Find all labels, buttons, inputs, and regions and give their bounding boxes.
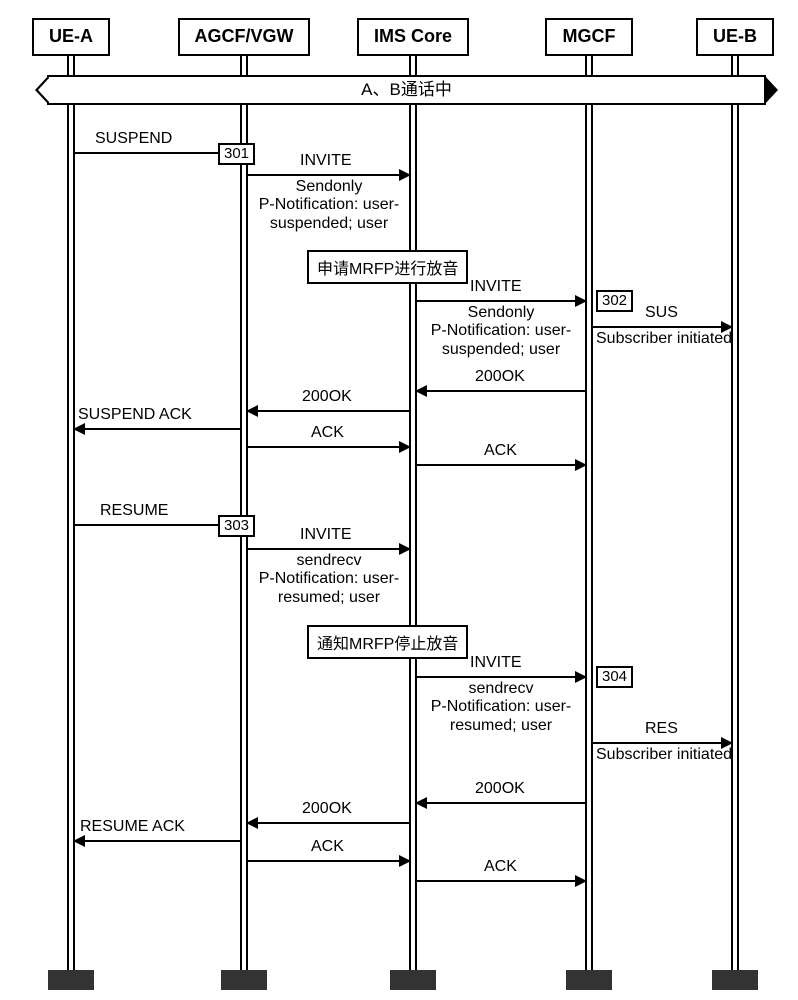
msg-ack-4: ACK bbox=[484, 858, 517, 876]
arrow-invite-3 bbox=[248, 548, 409, 550]
msg-200ok-2: 200OK bbox=[302, 388, 352, 406]
arrow-invite-1 bbox=[248, 174, 409, 176]
msg-invite-1: INVITE bbox=[300, 152, 352, 170]
msg-invite-2-sub: Sendonly P-Notification: user- suspended… bbox=[415, 304, 587, 359]
step-303: 303 bbox=[218, 515, 255, 537]
msg-resume-ack: RESUME ACK bbox=[80, 818, 185, 836]
msg-200ok-4: 200OK bbox=[302, 800, 352, 818]
arrow-res bbox=[593, 742, 731, 744]
arrow-resume bbox=[75, 524, 240, 526]
lifeline-mgcf bbox=[585, 56, 593, 970]
arrow-resume-ack bbox=[75, 840, 240, 842]
lifeline-ueb bbox=[731, 56, 739, 970]
participant-uea: UE-A bbox=[32, 18, 110, 56]
arrow-suspend bbox=[75, 152, 240, 154]
foot-agcf bbox=[221, 970, 267, 990]
msg-sus-sub: Subscriber initiated bbox=[596, 330, 732, 348]
arrow-sus bbox=[593, 326, 731, 328]
participant-ueb: UE-B bbox=[696, 18, 774, 56]
msg-ack-1: ACK bbox=[311, 424, 344, 442]
foot-mgcf bbox=[566, 970, 612, 990]
arrow-200ok-3 bbox=[417, 802, 585, 804]
step-301: 301 bbox=[218, 143, 255, 165]
msg-200ok-3: 200OK bbox=[475, 780, 525, 798]
arrow-suspend-ack bbox=[75, 428, 240, 430]
participant-agcf: AGCF/VGW bbox=[178, 18, 310, 56]
msg-ack-3: ACK bbox=[311, 838, 344, 856]
step-304: 304 bbox=[596, 666, 633, 688]
foot-uea bbox=[48, 970, 94, 990]
msg-invite-1-sub: Sendonly P-Notification: user- suspended… bbox=[245, 178, 413, 233]
note-mrfp-stop: 通知MRFP停止放音 bbox=[307, 625, 468, 659]
msg-200ok-1: 200OK bbox=[475, 368, 525, 386]
arrow-invite-2 bbox=[417, 300, 585, 302]
msg-suspend: SUSPEND bbox=[95, 130, 172, 148]
foot-ueb bbox=[712, 970, 758, 990]
msg-invite-3-sub: sendrecv P-Notification: user- resumed; … bbox=[245, 552, 413, 607]
arrow-ack-2 bbox=[417, 464, 585, 466]
msg-invite-4: INVITE bbox=[470, 654, 522, 672]
msg-invite-2: INVITE bbox=[470, 278, 522, 296]
msg-ack-2: ACK bbox=[484, 442, 517, 460]
msg-suspend-ack: SUSPEND ACK bbox=[78, 406, 192, 424]
arrow-200ok-2 bbox=[248, 410, 409, 412]
participant-mgcf: MGCF bbox=[545, 18, 633, 56]
foot-ims bbox=[390, 970, 436, 990]
msg-res: RES bbox=[645, 720, 678, 738]
msg-res-sub: Subscriber initiated bbox=[596, 746, 732, 764]
arrow-200ok-1 bbox=[417, 390, 585, 392]
arrow-200ok-4 bbox=[248, 822, 409, 824]
msg-invite-3: INVITE bbox=[300, 526, 352, 544]
state-bar-label: A、B通话中 bbox=[361, 80, 452, 99]
arrow-invite-4 bbox=[417, 676, 585, 678]
lifeline-uea bbox=[67, 56, 75, 970]
msg-sus: SUS bbox=[645, 304, 678, 322]
participant-ims: IMS Core bbox=[357, 18, 469, 56]
msg-invite-4-sub: sendrecv P-Notification: user- resumed; … bbox=[415, 680, 587, 735]
sequence-diagram: UE-A AGCF/VGW IMS Core MGCF UE-B A、B通话中 … bbox=[0, 0, 798, 1000]
arrow-ack-1 bbox=[248, 446, 409, 448]
arrow-ack-3 bbox=[248, 860, 409, 862]
arrow-ack-4 bbox=[417, 880, 585, 882]
msg-resume: RESUME bbox=[100, 502, 168, 520]
note-mrfp-start: 申请MRFP进行放音 bbox=[307, 250, 468, 284]
step-302: 302 bbox=[596, 290, 633, 312]
state-bar: A、B通话中 bbox=[47, 75, 766, 105]
